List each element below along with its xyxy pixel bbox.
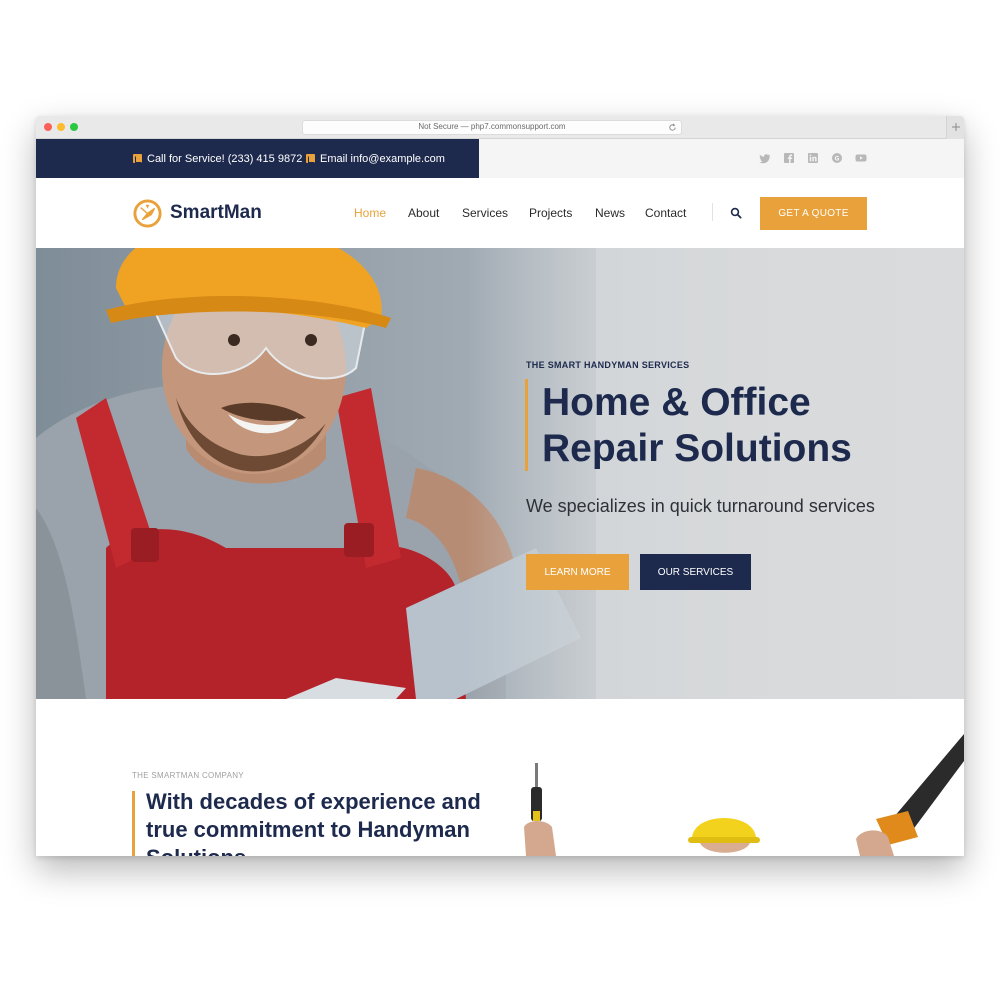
nav-divider [712,203,713,221]
learn-more-button[interactable]: LEARN MORE [526,554,629,590]
tools-illustration [524,734,964,856]
hero-accent-bar [525,379,528,471]
facebook-icon[interactable] [783,152,795,164]
about-accent-bar [132,791,135,856]
browser-toolbar: Not Secure — php7.commonsupport.com [36,116,964,139]
address-bar-text: Not Secure — php7.commonsupport.com [418,122,566,131]
top-bar: Call for Service! (233) 415 9872 Email i… [36,139,964,178]
nav-contact[interactable]: Contact [645,206,686,220]
hero-overlay [466,248,964,699]
about-section: THE SMARTMAN COMPANY With decades of exp… [36,699,964,856]
new-tab-button[interactable] [946,116,964,139]
hero-section: THE SMART HANDYMAN SERVICES Home & Offic… [36,248,964,699]
youtube-icon[interactable] [855,152,867,164]
zoom-window-button[interactable] [70,123,78,131]
phone-text: Call for Service! (233) 415 9872 [147,152,303,165]
phone-contact[interactable]: Call for Service! (233) 415 9872 [133,152,302,165]
hero-title-line-1: Home & Office [542,381,811,424]
about-title: With decades of experience and true comm… [146,789,481,856]
reload-icon[interactable] [668,123,677,132]
minimize-window-button[interactable] [57,123,65,131]
get-a-quote-button[interactable]: GET A QUOTE [760,197,867,230]
google-plus-icon[interactable]: G [831,152,843,164]
email-contact[interactable]: Email info@example.com [306,152,445,165]
email-icon [306,154,315,163]
address-bar[interactable]: Not Secure — php7.commonsupport.com [302,120,682,135]
svg-text:G: G [835,155,840,162]
email-text: Email info@example.com [320,152,445,165]
browser-window: Not Secure — php7.commonsupport.com Call… [36,116,964,856]
logo-text[interactable]: SmartMan [170,202,262,224]
search-icon[interactable] [730,207,742,219]
hero-subtitle: We specializes in quick turnaround servi… [526,496,875,516]
plus-icon [952,123,960,131]
nav-home[interactable]: Home [354,206,386,220]
about-eyebrow: THE SMARTMAN COMPANY [132,771,244,780]
phone-icon [133,154,142,163]
hero-title-line-2: Repair Solutions [542,427,852,470]
logo-icon[interactable] [132,198,163,229]
nav-news[interactable]: News [595,206,625,220]
nav-services[interactable]: Services [462,206,508,220]
hero-eyebrow: THE SMART HANDYMAN SERVICES [526,360,690,370]
our-services-button[interactable]: OUR SERVICES [640,554,751,590]
nav-projects[interactable]: Projects [529,206,572,220]
contact-bar: Call for Service! (233) 415 9872 Email i… [36,139,479,178]
linkedin-icon[interactable] [807,152,819,164]
nav-about[interactable]: About [408,206,439,220]
hero-title: Home & Office Repair Solutions [542,380,852,472]
twitter-icon[interactable] [759,152,771,164]
close-window-button[interactable] [44,123,52,131]
site-header: SmartMan Home About Services Projects Ne… [36,178,964,248]
